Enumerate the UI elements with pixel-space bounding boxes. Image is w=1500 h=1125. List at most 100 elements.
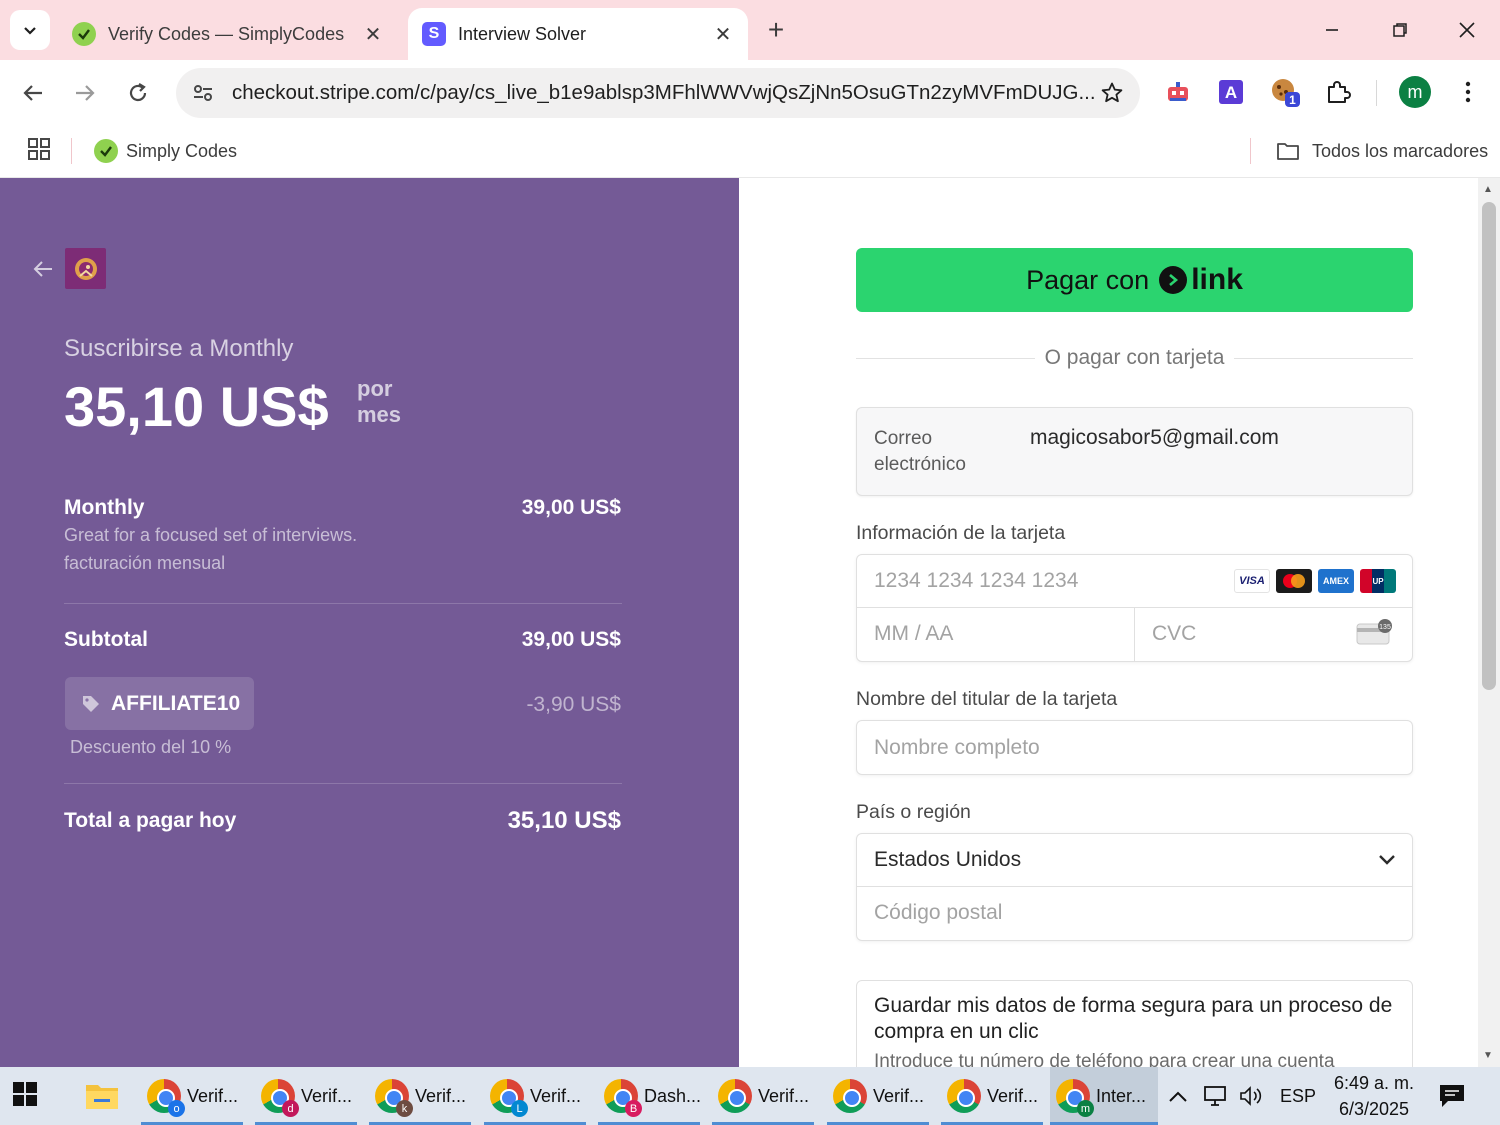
address-bar[interactable]: checkout.stripe.com/c/pay/cs_live_b1e9ab…: [176, 68, 1140, 118]
scrollbar-thumb[interactable]: [1482, 202, 1496, 690]
link-brand-word: link: [1191, 263, 1243, 296]
postal-code-input[interactable]: Código postal: [857, 887, 1412, 940]
pay-with-link-button[interactable]: Pagar con link: [856, 248, 1413, 312]
profile-badge: o: [168, 1100, 185, 1117]
arrow-right-icon: [76, 85, 95, 101]
close-window-button[interactable]: [1447, 10, 1487, 50]
taskbar-chrome-window[interactable]: Verif...: [941, 1067, 1043, 1125]
expiry-input[interactable]: MM / AA: [857, 608, 1135, 661]
chrome-icon: d: [261, 1079, 299, 1117]
profile-badge: k: [396, 1100, 413, 1117]
summary-divider: [64, 783, 622, 784]
site-settings-icon[interactable]: [192, 82, 214, 104]
new-tab-button[interactable]: +: [760, 14, 792, 46]
cvc-card-icon: 135: [1356, 619, 1392, 645]
tab-verify-codes[interactable]: Verify Codes — SimplyCodes ✕: [58, 8, 398, 60]
chevron-down-icon: [1379, 855, 1395, 865]
line-item-name: Monthly: [64, 496, 145, 519]
country-label: País o región: [856, 801, 971, 823]
network-icon[interactable]: [1203, 1067, 1229, 1125]
volume-icon[interactable]: [1238, 1067, 1264, 1125]
tab-search-button[interactable]: [10, 10, 50, 50]
extension-robot-icon[interactable]: [1163, 77, 1193, 107]
taskbar-item-label: Verif...: [758, 1085, 810, 1106]
scroll-up-icon[interactable]: ▲: [1483, 184, 1493, 195]
file-explorer-icon[interactable]: [84, 1079, 120, 1116]
chrome-icon: m: [1056, 1079, 1094, 1117]
save-info-checkbox-card[interactable]: Guardar mis datos de forma segura para u…: [856, 980, 1413, 1067]
minimize-icon: [1326, 29, 1338, 31]
extensions-puzzle-icon[interactable]: [1323, 77, 1353, 107]
close-tab-icon[interactable]: ✕: [362, 23, 384, 46]
card-info-label: Información de la tarjeta: [856, 522, 1066, 544]
period-line: mes: [357, 402, 402, 427]
country-select[interactable]: Estados Unidos: [857, 834, 1412, 887]
taskbar-chrome-window[interactable]: B Dash...: [598, 1067, 701, 1125]
chevron-down-icon: [24, 27, 36, 35]
email-field[interactable]: Correo electrónico magicosabor5@gmail.co…: [856, 407, 1413, 496]
show-hidden-icons[interactable]: [1168, 1067, 1188, 1125]
taskbar-chrome-window[interactable]: k Verif...: [369, 1067, 471, 1125]
notifications-icon[interactable]: [1438, 1067, 1466, 1125]
period-line: por: [357, 376, 393, 401]
taskbar-chrome-window[interactable]: Verif...: [827, 1067, 929, 1125]
card-number-placeholder: 1234 1234 1234 1234: [874, 569, 1079, 592]
back-button[interactable]: [13, 73, 53, 113]
minimize-button[interactable]: [1312, 10, 1352, 50]
cvc-input[interactable]: CVC 135: [1135, 608, 1412, 661]
input-language[interactable]: ESP: [1280, 1067, 1316, 1125]
reload-icon: [129, 83, 147, 102]
page-scrollbar[interactable]: ▲ ▼: [1478, 178, 1500, 1067]
extension-a-icon[interactable]: A: [1216, 77, 1246, 107]
profile-initial: m: [1407, 81, 1423, 102]
url-text: checkout.stripe.com/c/pay/cs_live_b1e9ab…: [232, 81, 1096, 104]
cardholder-name-input[interactable]: Nombre completo: [856, 720, 1413, 775]
start-button[interactable]: [12, 1081, 42, 1111]
link-arrow-icon: [1159, 266, 1188, 294]
extension-cookie-icon[interactable]: 1: [1270, 77, 1300, 107]
subtotal-amount: 39,00 US$: [521, 628, 621, 651]
card-number-input[interactable]: 1234 1234 1234 1234 VISA AMEX UP: [857, 555, 1412, 608]
cardholder-placeholder: Nombre completo: [874, 736, 1040, 759]
address-fields: Estados Unidos Código postal: [856, 833, 1413, 941]
clock[interactable]: 6:49 a. m. 6/3/2025: [1334, 1067, 1414, 1125]
discount-amount: -3,90 US$: [526, 693, 621, 716]
svg-text:135: 135: [1379, 624, 1391, 631]
unionpay-icon: UP: [1360, 569, 1396, 593]
close-tab-icon[interactable]: ✕: [712, 23, 734, 46]
promo-code-chip[interactable]: AFFILIATE10: [65, 677, 254, 730]
reload-button[interactable]: [118, 73, 158, 113]
taskbar-chrome-window[interactable]: L Verif...: [484, 1067, 586, 1125]
forward-button[interactable]: [65, 73, 105, 113]
back-arrow-icon[interactable]: [32, 258, 54, 287]
tab-interview-solver[interactable]: S Interview Solver ✕: [408, 8, 748, 60]
lion-logo-icon: [74, 257, 97, 280]
merchant-logo[interactable]: [65, 248, 106, 289]
taskbar-chrome-window[interactable]: Verif...: [712, 1067, 814, 1125]
scroll-down-icon[interactable]: ▼: [1483, 1050, 1493, 1061]
bookmark-simply-codes[interactable]: Simply Codes: [94, 136, 237, 166]
restore-button[interactable]: [1380, 10, 1420, 50]
taskbar-item-label: Verif...: [987, 1085, 1039, 1106]
apps-grid-icon[interactable]: [27, 137, 51, 166]
browser-menu-icon[interactable]: [1453, 77, 1483, 107]
profile-avatar[interactable]: m: [1399, 76, 1431, 108]
taskbar-chrome-window[interactable]: o Verif...: [141, 1067, 243, 1125]
bookmark-star-icon[interactable]: [1100, 81, 1124, 105]
taskbar-chrome-window[interactable]: m Inter...: [1050, 1067, 1158, 1125]
visa-icon: VISA: [1234, 569, 1270, 593]
taskbar-chrome-window[interactable]: d Verif...: [255, 1067, 357, 1125]
cardholder-label: Nombre del titular de la tarjeta: [856, 688, 1118, 710]
arrow-left-icon: [23, 85, 42, 101]
summary-divider: [64, 603, 622, 604]
save-info-description: Introduce tu número de teléfono para cre…: [874, 1051, 1335, 1067]
toolbar-divider: [1376, 80, 1377, 106]
link-button-prefix: Pagar con: [1026, 264, 1150, 295]
all-bookmarks-button[interactable]: Todos los marcadores: [1276, 136, 1488, 166]
price-amount: 35,10 US$: [64, 375, 329, 438]
taskbar-item-label: Inter...: [1096, 1085, 1147, 1106]
bookmark-label: Simply Codes: [126, 140, 238, 161]
close-icon: [1459, 22, 1475, 38]
profile-badge: m: [1077, 1100, 1094, 1117]
total-amount: 35,10 US$: [507, 807, 621, 834]
